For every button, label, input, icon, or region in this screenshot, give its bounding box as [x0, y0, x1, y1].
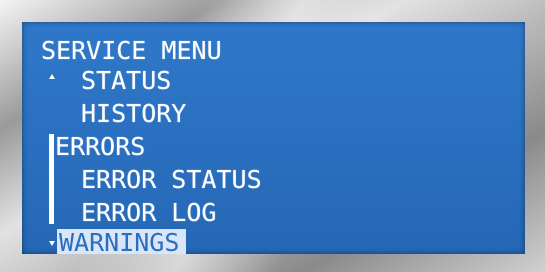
scrollbar[interactable] [49, 134, 54, 224]
lcd-screen: SERVICE MENU STATUS HISTORY ERRORS ERROR… [22, 22, 525, 254]
menu-item-error-log[interactable]: ERROR LOG [81, 199, 216, 227]
menu-item-history[interactable]: HISTORY [81, 100, 186, 128]
scroll-up-arrow-icon[interactable] [49, 74, 55, 79]
menu-title: SERVICE MENU [41, 36, 222, 65]
scroll-down-arrow-icon[interactable] [49, 241, 55, 246]
menu-item-error-status[interactable]: ERROR STATUS [81, 166, 262, 194]
menu-item-warnings-selected[interactable]: WARNINGS [57, 229, 187, 254]
menu-item-errors[interactable]: ERRORS [55, 133, 145, 161]
menu-item-status[interactable]: STATUS [81, 67, 171, 95]
